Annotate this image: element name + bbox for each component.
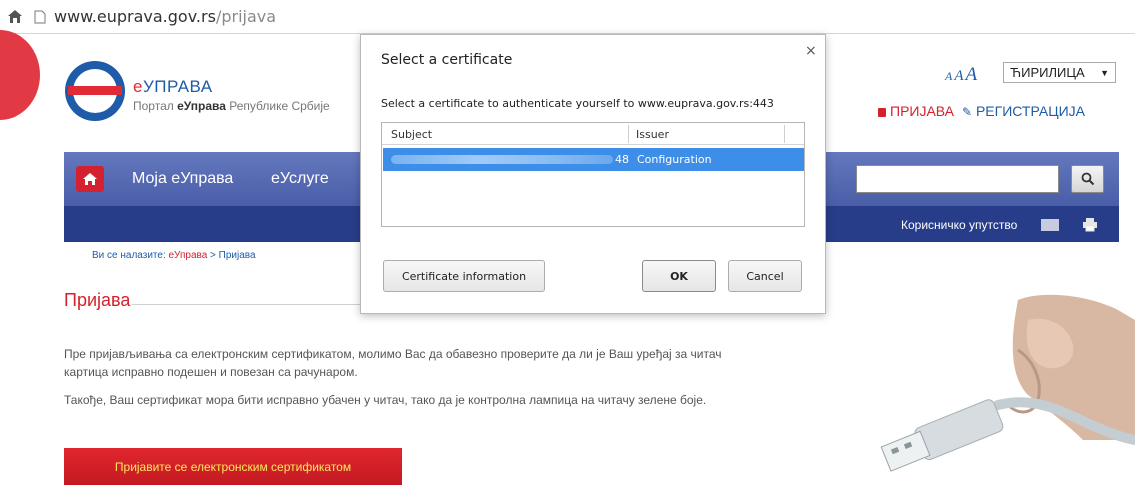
column-header-issuer[interactable]: Issuer (636, 128, 669, 141)
pencil-icon: ✎ (962, 105, 973, 119)
brand-prefix: е (133, 77, 143, 96)
close-icon[interactable]: × (805, 43, 817, 59)
usb-hand-illustration (868, 290, 1135, 485)
login-label: ПРИЈАВА (890, 103, 955, 119)
url-host: www.euprava.gov.rs (54, 7, 216, 26)
logo-text: еУПРАВА Портал еУправа Републике Србије (133, 77, 330, 113)
redacted-subject (391, 155, 613, 164)
brand-tagline: Портал еУправа Републике Србије (133, 99, 330, 113)
certificate-list-header: Subject Issuer (382, 123, 804, 145)
certificate-row-selected[interactable]: 48 Configuration (383, 148, 804, 171)
breadcrumb-prefix: Ви се налазите: (92, 250, 169, 261)
url-path: /prijava (215, 7, 277, 26)
dialog-title: Select a certificate (381, 52, 513, 68)
certificate-list[interactable]: Subject Issuer 48 Configuration (381, 122, 805, 227)
ok-button[interactable]: OK (642, 260, 716, 292)
browser-address-bar: www.euprava.gov.rs/prijava (0, 0, 1135, 34)
cancel-button[interactable]: Cancel (728, 260, 802, 292)
breadcrumb-separator: > (207, 250, 219, 261)
login-link[interactable]: ПРИЈАВА (878, 103, 954, 119)
nav-item-eusluge[interactable]: еУслуге (271, 170, 329, 188)
language-value: ЋИРИЛИЦА (1010, 65, 1085, 80)
font-size-large[interactable]: A (966, 64, 978, 85)
breadcrumb-current: Пријава (218, 250, 256, 261)
font-size-controls: AAA (945, 64, 979, 86)
mail-icon[interactable] (1041, 219, 1059, 231)
auth-links: ПРИЈАВА ✎ РЕГИСТРАЦИЈА (878, 103, 1085, 119)
column-header-subject[interactable]: Subject (391, 128, 432, 141)
print-icon[interactable] (1082, 217, 1098, 237)
breadcrumb-root-link[interactable]: еУправа (169, 250, 208, 261)
tagline-prefix: Портал (133, 99, 178, 113)
tagline-suffix: Републике Србије (225, 99, 330, 113)
home-icon (83, 173, 97, 185)
page-title: Пријава (64, 290, 131, 310)
search-icon (1081, 172, 1094, 186)
instruction-paragraph-1: Пре пријављивања са електронским сертифи… (64, 347, 722, 379)
url-field[interactable]: www.euprava.gov.rs/prijava (54, 7, 276, 26)
font-size-small[interactable]: A (945, 69, 952, 83)
user-manual-link[interactable]: Корисничко упутство (901, 218, 1017, 232)
register-link[interactable]: ✎ РЕГИСТРАЦИЈА (962, 103, 1085, 119)
page-icon (32, 9, 48, 25)
tagline-bold: еУправа (177, 99, 226, 113)
decorative-red-arc (0, 30, 40, 120)
brand-name: еУПРАВА (133, 77, 330, 97)
font-size-medium[interactable]: A (954, 68, 963, 84)
breadcrumb: Ви се налазите: еУправа > Пријава (92, 250, 256, 261)
column-separator (628, 125, 629, 143)
certificate-issuer: Configuration (637, 153, 712, 166)
search-input[interactable] (856, 165, 1059, 193)
column-separator (784, 125, 785, 143)
brand-main: УПРАВА (142, 77, 213, 96)
chevron-down-icon: ▼ (1100, 67, 1109, 78)
nav-item-moja-euprava[interactable]: Моја еУправа (132, 170, 233, 188)
certificate-information-button[interactable]: Certificate information (383, 260, 545, 292)
home-icon[interactable] (0, 0, 30, 34)
select-certificate-dialog: Select a certificate × Select a certific… (360, 34, 826, 314)
dialog-description: Select a certificate to authenticate you… (381, 97, 774, 110)
certificate-subject-suffix: 48 (615, 153, 629, 166)
instruction-paragraph-2: Такође, Ваш сертификат мора бити исправн… (64, 393, 707, 407)
register-label: РЕГИСТРАЦИЈА (975, 103, 1085, 119)
lock-icon (878, 108, 886, 117)
euprava-logo-icon[interactable] (64, 60, 126, 122)
nav-home-button[interactable] (76, 166, 104, 192)
search-button[interactable] (1071, 165, 1104, 193)
language-select[interactable]: ЋИРИЛИЦА ▼ (1003, 62, 1116, 83)
certificate-login-button[interactable]: Пријавите се електронским сертификатом (64, 448, 402, 485)
